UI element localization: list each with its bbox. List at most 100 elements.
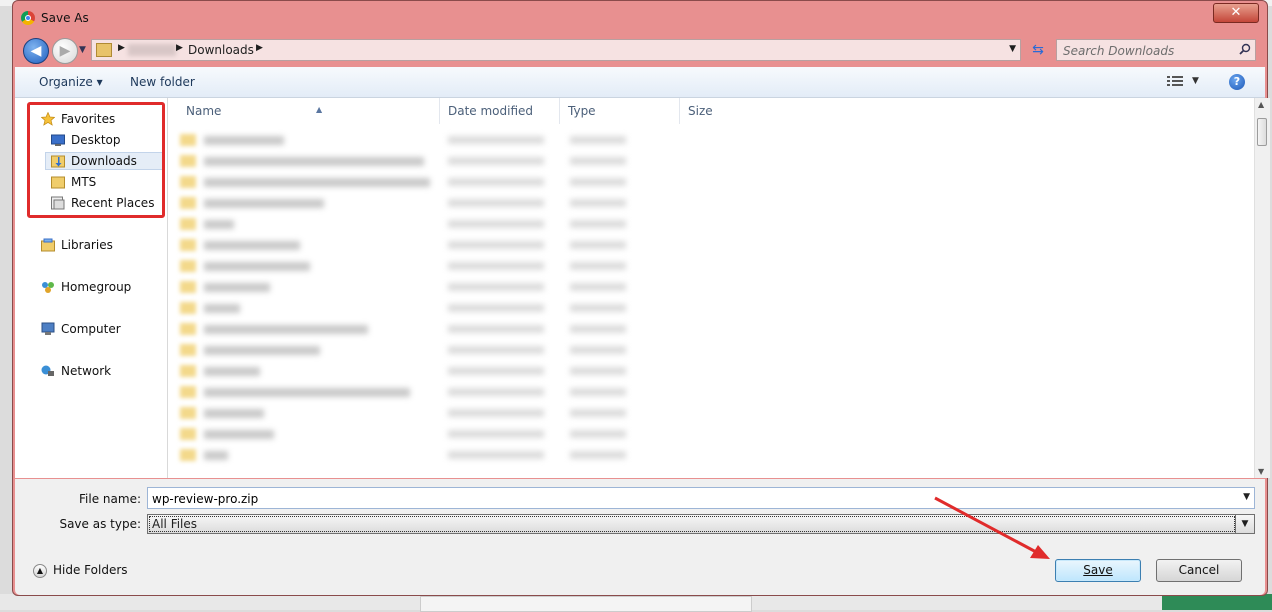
search-icon[interactable] xyxy=(1239,43,1251,55)
breadcrumb-arrow-icon[interactable]: ▶ xyxy=(118,43,125,53)
redacted-name xyxy=(204,304,240,313)
redacted-name xyxy=(204,136,284,145)
redacted-type xyxy=(570,241,626,249)
save-button[interactable]: Save xyxy=(1055,559,1141,582)
file-list: Name ▲ Date modified Type Size xyxy=(168,98,1254,478)
hide-folders-label: Hide Folders xyxy=(53,563,128,577)
redacted-date xyxy=(448,262,544,270)
save-type-label: Save as type: xyxy=(59,517,141,531)
redacted-type xyxy=(570,157,626,165)
folder-icon xyxy=(180,281,196,293)
vertical-scrollbar[interactable]: ▲ ▼ xyxy=(1254,98,1270,478)
redacted-type xyxy=(570,283,626,291)
folder-icon xyxy=(180,176,196,188)
scroll-up-icon[interactable]: ▲ xyxy=(1258,100,1264,109)
nav-label: Libraries xyxy=(61,238,113,252)
new-folder-button[interactable]: New folder xyxy=(130,75,195,89)
redacted-date xyxy=(448,220,544,228)
folder-icon xyxy=(180,386,196,398)
folder-icon xyxy=(180,134,196,146)
folder-icon xyxy=(180,323,196,335)
redacted-type xyxy=(570,451,626,459)
redacted-name xyxy=(204,157,424,166)
forward-button[interactable]: ▶ xyxy=(52,38,78,64)
redacted-date xyxy=(448,304,544,312)
redacted-type xyxy=(570,178,626,186)
redacted-date xyxy=(448,346,544,354)
scroll-thumb[interactable] xyxy=(1257,118,1267,146)
redacted-type xyxy=(570,262,626,270)
nav-label: Network xyxy=(61,364,112,378)
redacted-name xyxy=(204,388,410,397)
save-type-select[interactable]: All Files ▼ xyxy=(147,514,1255,534)
chevron-down-icon[interactable]: ▼ xyxy=(1243,492,1250,502)
favorites-annotation-box xyxy=(27,102,165,218)
breadcrumb-arrow-icon[interactable]: ▶ xyxy=(176,43,183,53)
redacted-name xyxy=(204,451,228,460)
folder-icon xyxy=(180,365,196,377)
organize-button[interactable]: Organize ▾ xyxy=(39,75,103,89)
redacted-date xyxy=(448,325,544,333)
address-bar[interactable]: ▶ ▶ Downloads ▶ ▼ xyxy=(91,39,1021,61)
address-dropdown-icon[interactable]: ▼ xyxy=(1009,44,1016,54)
folder-icon xyxy=(96,43,112,57)
redacted-date xyxy=(448,283,544,291)
computer-icon xyxy=(41,322,55,335)
redacted-name xyxy=(204,283,270,292)
column-header-name[interactable]: Name ▲ xyxy=(178,98,440,124)
dialog-footer: File name: ▼ Save as type: All Files ▼ ▲… xyxy=(15,479,1265,595)
redacted-date xyxy=(448,451,544,459)
view-dropdown-icon[interactable]: ▼ xyxy=(1192,76,1199,86)
redacted-date xyxy=(448,430,544,438)
libraries-icon xyxy=(41,238,55,252)
close-button[interactable]: ✕ xyxy=(1213,3,1259,23)
redacted-date xyxy=(448,136,544,144)
column-header-size[interactable]: Size xyxy=(680,98,800,124)
chevron-up-icon: ▲ xyxy=(33,564,47,578)
nav-label: Computer xyxy=(61,322,121,336)
breadcrumb-current[interactable]: Downloads xyxy=(188,43,254,57)
search-input[interactable] xyxy=(1057,40,1243,62)
file-name-combo[interactable]: ▼ xyxy=(147,487,1255,510)
redacted-name xyxy=(204,346,320,355)
redacted-type xyxy=(570,304,626,312)
folder-icon xyxy=(180,302,196,314)
breadcrumb-arrow-icon[interactable]: ▶ xyxy=(256,43,263,53)
redacted-date xyxy=(448,241,544,249)
column-label: Size xyxy=(688,104,713,118)
column-label: Date modified xyxy=(448,104,534,118)
redacted-name xyxy=(204,409,264,418)
file-name-label: File name: xyxy=(79,492,141,506)
scroll-down-icon[interactable]: ▼ xyxy=(1258,467,1264,476)
refresh-icon[interactable]: ⇆ xyxy=(1027,39,1049,61)
view-options-icon[interactable] xyxy=(1167,75,1183,87)
breadcrumb-redacted[interactable] xyxy=(128,44,176,56)
nav-label: Homegroup xyxy=(61,280,132,294)
redacted-type xyxy=(570,346,626,354)
title-bar: Save As ✕ xyxy=(13,1,1267,35)
redacted-type xyxy=(570,136,626,144)
redacted-name xyxy=(204,178,430,187)
redacted-date xyxy=(448,178,544,186)
window-title: Save As xyxy=(41,11,89,25)
navigation-pane: Favorites Desktop Downloads MTS Recent P… xyxy=(15,98,168,478)
column-label: Name xyxy=(186,104,222,118)
help-icon[interactable]: ? xyxy=(1229,74,1245,90)
redacted-type xyxy=(570,367,626,375)
folder-icon xyxy=(180,197,196,209)
column-header-type[interactable]: Type xyxy=(560,98,680,124)
column-header-date[interactable]: Date modified xyxy=(440,98,560,124)
redacted-date xyxy=(448,157,544,165)
recent-pages-dropdown-icon[interactable]: ▼ xyxy=(79,45,86,55)
back-button[interactable]: ◀ xyxy=(23,38,49,64)
redacted-name xyxy=(204,199,324,208)
folder-icon xyxy=(180,155,196,167)
redacted-name xyxy=(204,325,368,334)
chevron-down-icon[interactable]: ▼ xyxy=(1235,515,1254,533)
folder-icon xyxy=(180,218,196,230)
cancel-button[interactable]: Cancel xyxy=(1156,559,1242,582)
file-name-input[interactable] xyxy=(148,488,1234,510)
search-box[interactable] xyxy=(1056,39,1256,62)
save-type-value: All Files xyxy=(149,516,1235,532)
redacted-date xyxy=(448,367,544,375)
